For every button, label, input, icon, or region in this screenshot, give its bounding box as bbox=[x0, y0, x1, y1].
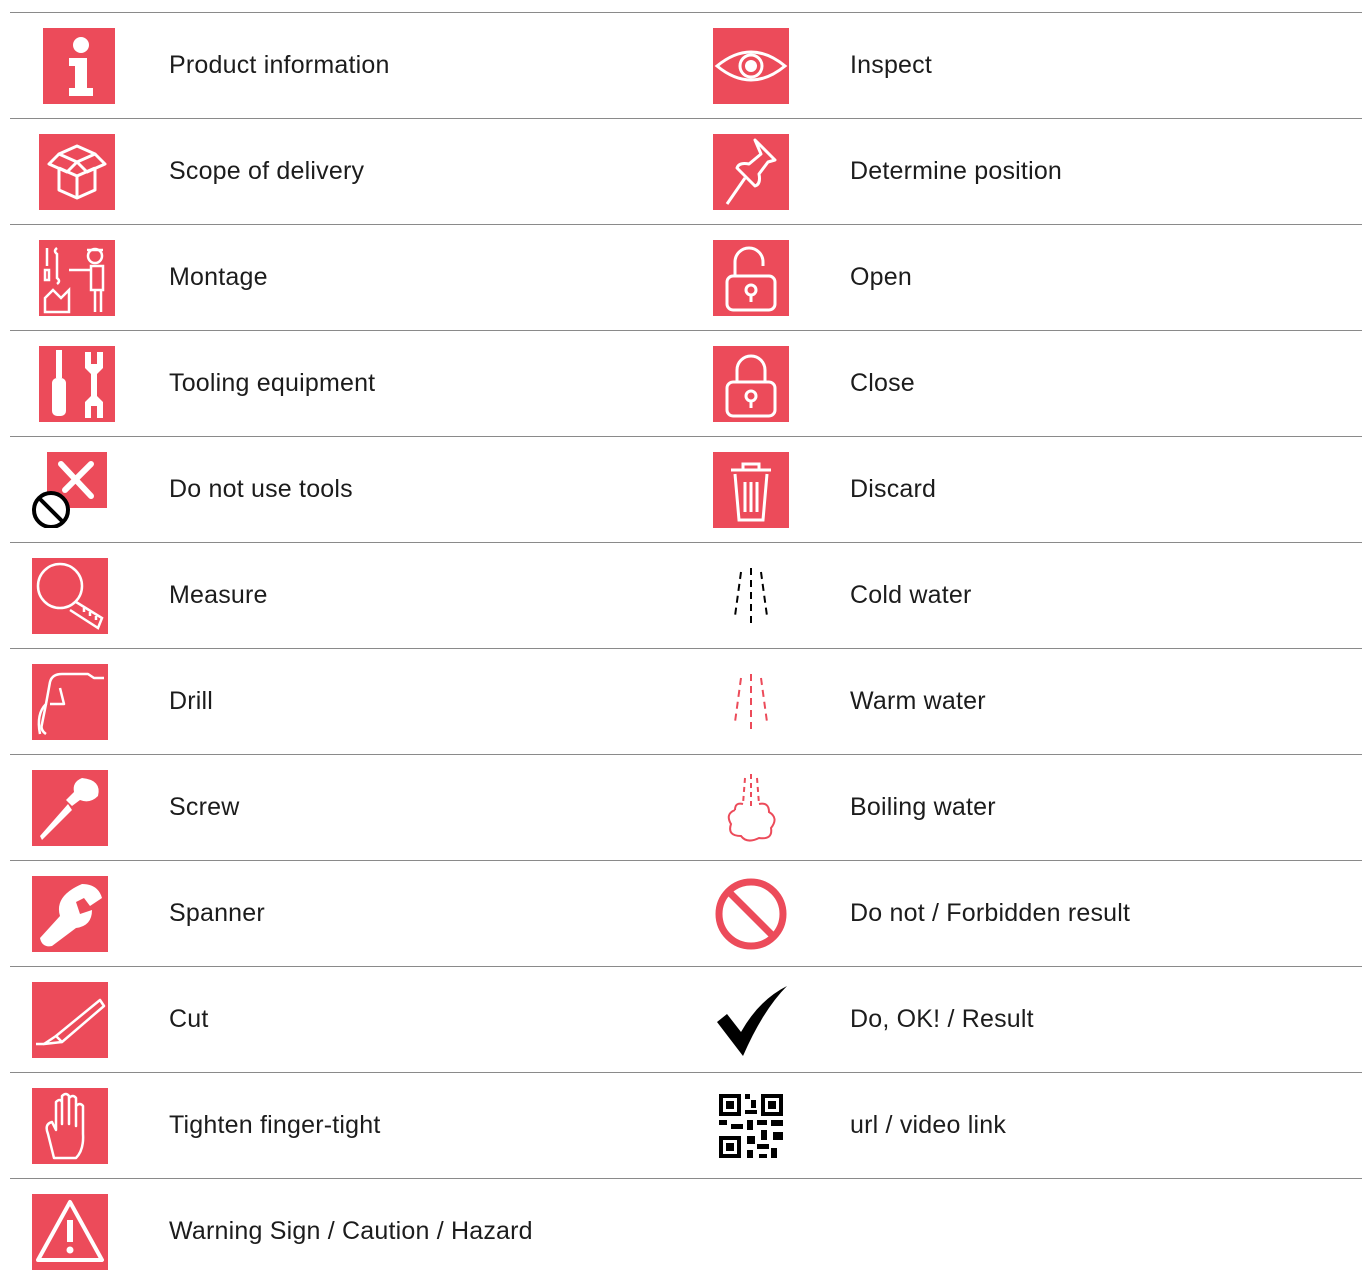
padlock-open-icon bbox=[713, 240, 789, 316]
legend-label: Montage bbox=[169, 263, 268, 291]
legend-label: Do not use tools bbox=[169, 475, 353, 503]
hand-icon bbox=[32, 1088, 108, 1164]
boiling-water-icon bbox=[713, 770, 789, 846]
legend-label: Cold water bbox=[850, 581, 972, 609]
legend-item: Screw bbox=[0, 755, 680, 860]
legend-item: Determine position bbox=[680, 119, 1360, 224]
legend-item: Drill bbox=[0, 649, 680, 754]
legend-label: Do, OK! / Result bbox=[850, 1005, 1034, 1033]
drill-icon bbox=[32, 664, 108, 740]
legend-item: Warning Sign / Caution / Hazard bbox=[0, 1179, 680, 1284]
info-icon bbox=[39, 28, 115, 104]
legend-item: Warm water bbox=[680, 649, 1360, 754]
legend-item: Tooling equipment bbox=[0, 331, 680, 436]
legend-label: Tooling equipment bbox=[169, 369, 376, 397]
legend-label: Product information bbox=[169, 51, 390, 79]
cold-water-icon bbox=[713, 558, 789, 634]
legend-label: Warm water bbox=[850, 687, 986, 715]
legend-label: Warning Sign / Caution / Hazard bbox=[169, 1217, 533, 1245]
legend-label: Inspect bbox=[850, 51, 933, 79]
spanner-icon bbox=[32, 876, 108, 952]
legend-label: Spanner bbox=[169, 899, 265, 927]
legend-item: Open bbox=[680, 225, 1360, 330]
montage-worker-icon bbox=[39, 240, 115, 316]
legend-label: Close bbox=[850, 369, 915, 397]
legend-item: Product information bbox=[0, 13, 680, 118]
legend-item: Inspect bbox=[680, 13, 1360, 118]
checkmark-icon bbox=[713, 982, 789, 1058]
legend-label: Boiling water bbox=[850, 793, 996, 821]
legend-item: Scope of delivery bbox=[0, 119, 680, 224]
trash-bin-icon bbox=[713, 452, 789, 528]
legend-item: Tighten finger-tight bbox=[0, 1073, 680, 1178]
legend-label: Open bbox=[850, 263, 912, 291]
legend-label: Discard bbox=[850, 475, 937, 503]
legend-label: Scope of delivery bbox=[169, 157, 365, 185]
open-box-icon bbox=[39, 134, 115, 210]
legend-item: Discard bbox=[680, 437, 1360, 542]
padlock-closed-icon bbox=[713, 346, 789, 422]
legend-label: Do not / Forbidden result bbox=[850, 899, 1131, 927]
legend-item: Close bbox=[680, 331, 1360, 436]
legend-item: Do, OK! / Result bbox=[680, 967, 1360, 1072]
legend-label: Cut bbox=[169, 1005, 209, 1033]
tools-icon bbox=[39, 346, 115, 422]
cutter-knife-icon bbox=[32, 982, 108, 1058]
forbidden-icon bbox=[713, 876, 789, 952]
qr-code-icon bbox=[713, 1088, 789, 1164]
legend-label: Tighten finger-tight bbox=[169, 1111, 381, 1139]
legend-item: url / video link bbox=[680, 1073, 1360, 1178]
legend-item: Do not use tools bbox=[0, 437, 680, 542]
legend-label: Measure bbox=[169, 581, 268, 609]
legend-label: Determine position bbox=[850, 157, 1063, 185]
legend-label: url / video link bbox=[850, 1111, 1007, 1139]
warm-water-icon bbox=[713, 664, 789, 740]
legend-item: Cold water bbox=[680, 543, 1360, 648]
legend-label: Drill bbox=[169, 687, 214, 715]
warning-triangle-icon bbox=[32, 1194, 108, 1270]
legend-item: Do not / Forbidden result bbox=[680, 861, 1360, 966]
legend-item: Montage bbox=[0, 225, 680, 330]
legend-item: Cut bbox=[0, 967, 680, 1072]
eye-icon bbox=[713, 28, 789, 104]
screwdriver-icon bbox=[32, 770, 108, 846]
legend-item: Spanner bbox=[0, 861, 680, 966]
legend-item: Boiling water bbox=[680, 755, 1360, 860]
legend-label: Screw bbox=[169, 793, 240, 821]
tape-measure-icon bbox=[32, 558, 108, 634]
no-tools-icon bbox=[31, 452, 107, 528]
pushpin-icon bbox=[713, 134, 789, 210]
legend-item: Measure bbox=[0, 543, 680, 648]
